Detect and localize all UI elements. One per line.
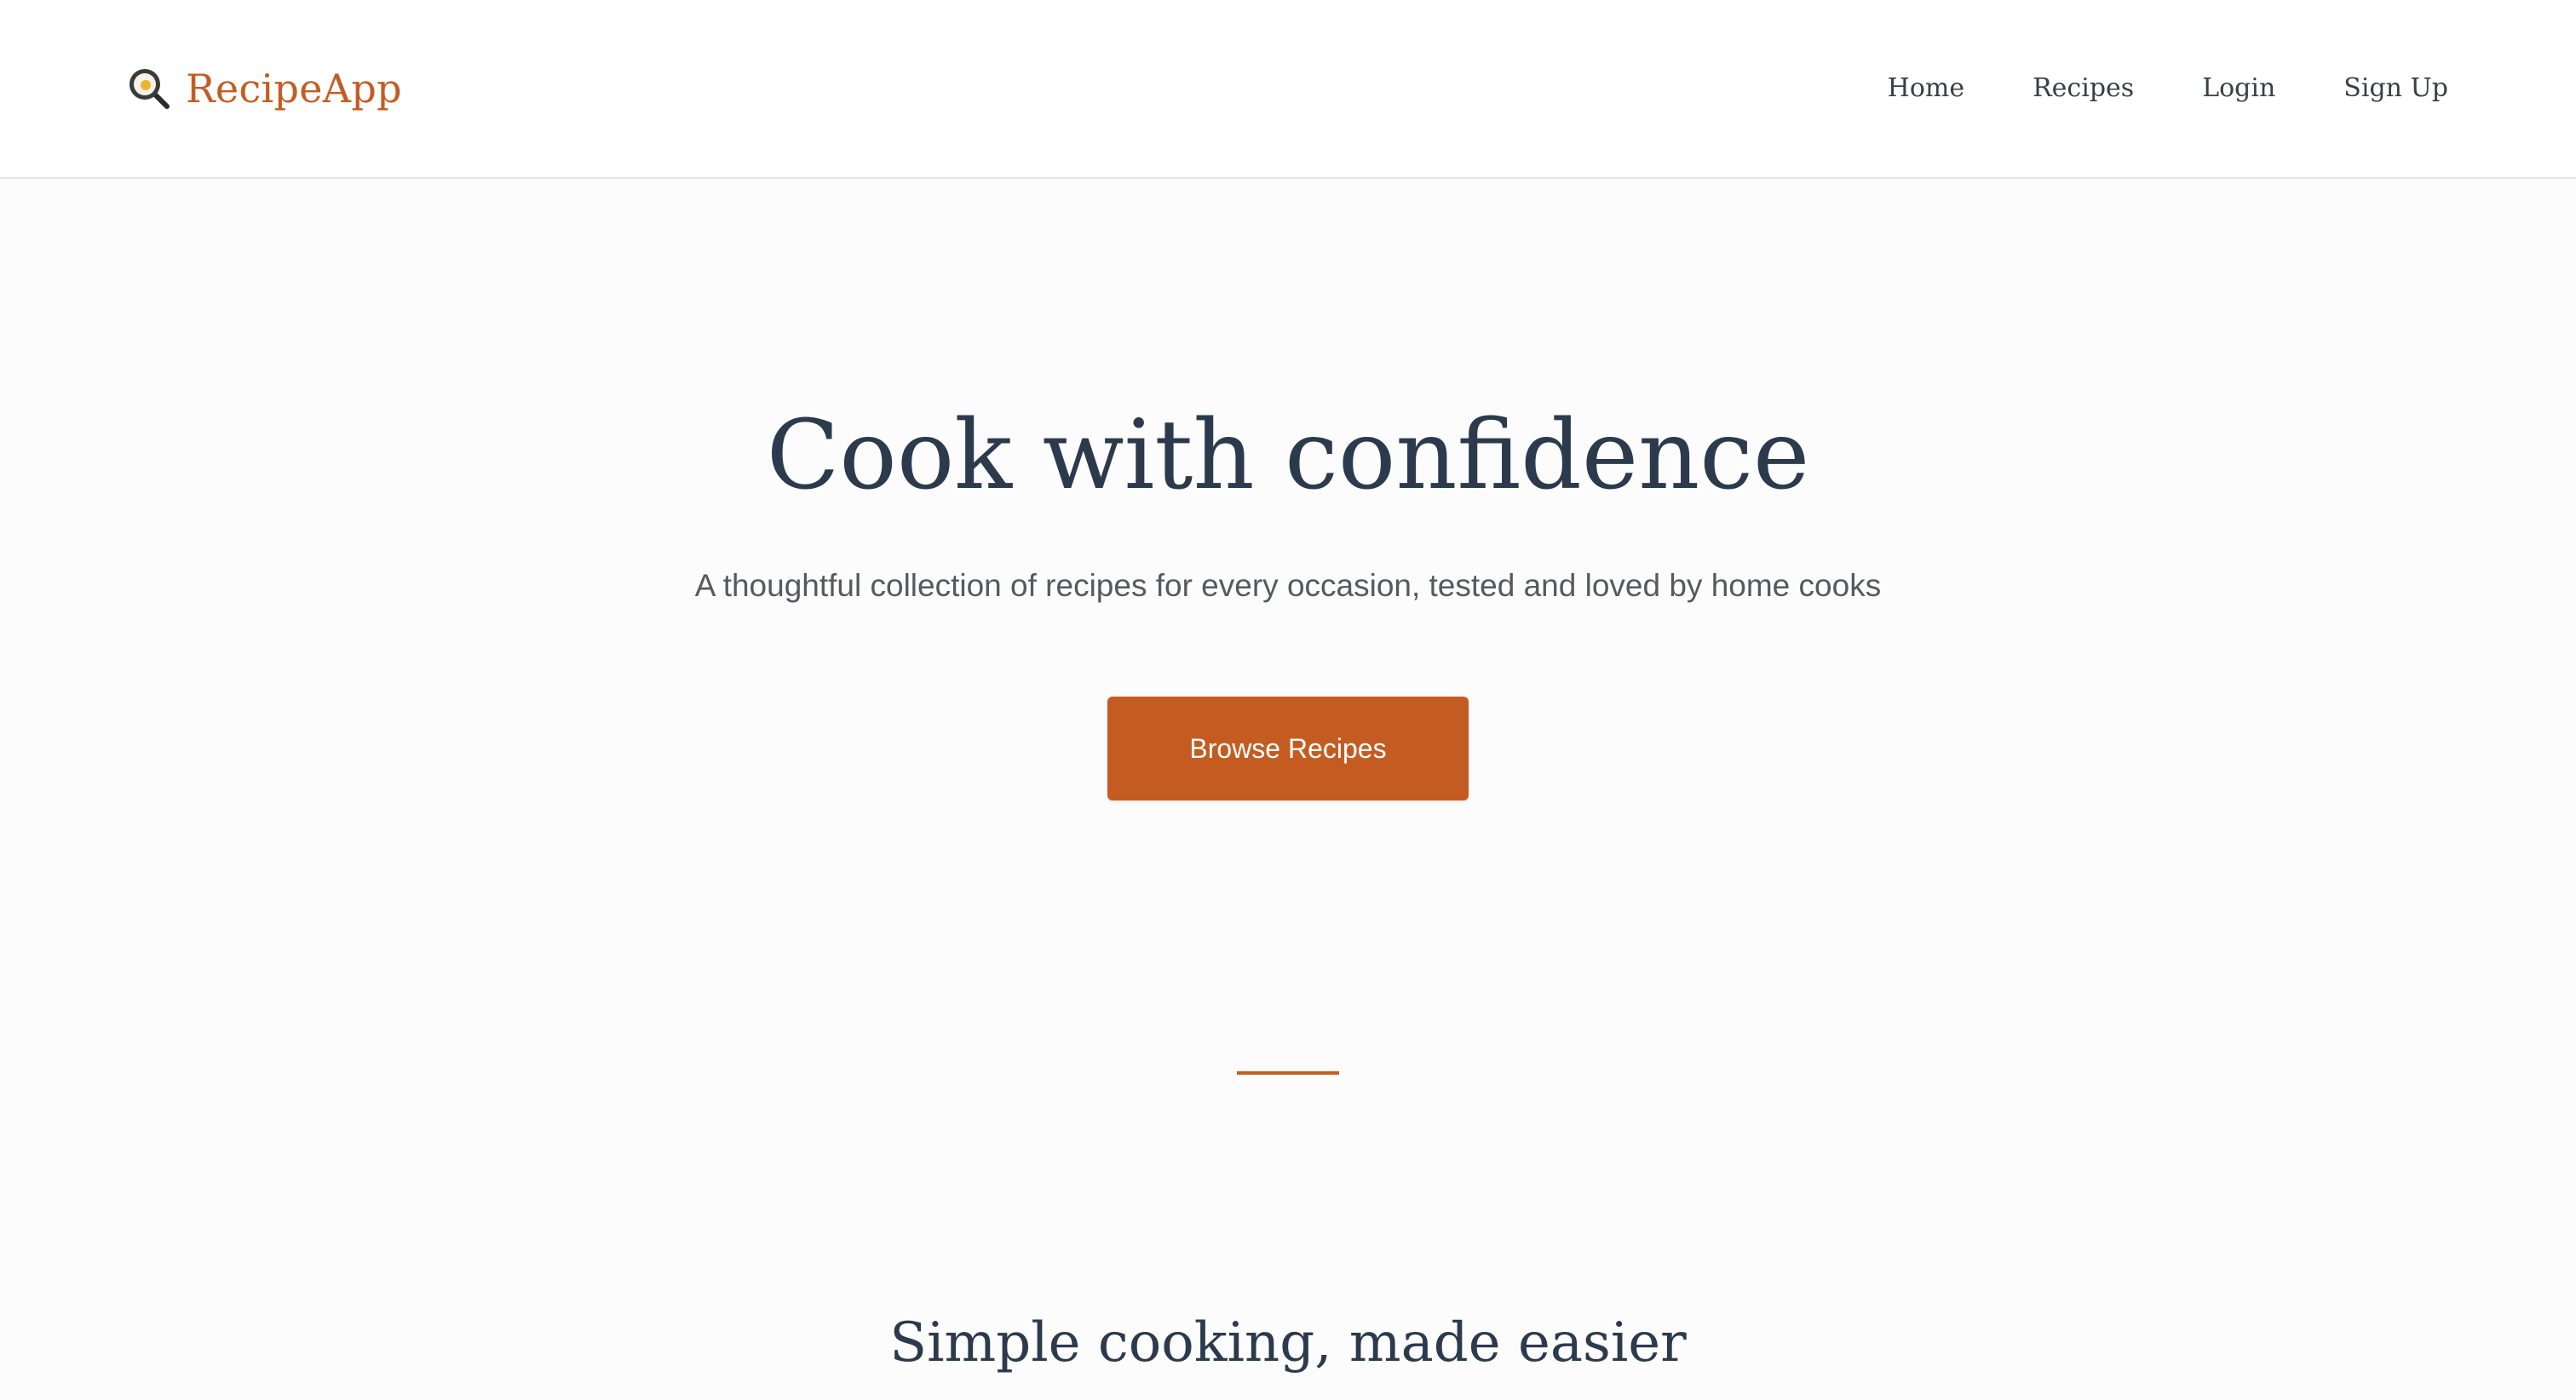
nav-login-link[interactable]: Login: [2202, 68, 2275, 109]
hero-title: Cook with confidence: [766, 400, 1810, 511]
browse-recipes-button[interactable]: Browse Recipes: [1107, 697, 1469, 800]
site-header: RecipeApp Home Recipes Login Sign Up: [0, 0, 2576, 179]
brand-logo-link[interactable]: RecipeApp: [126, 60, 402, 118]
section-title: Simple cooking, made easier: [889, 1311, 1687, 1374]
hero-subtitle: A thoughtful collection of recipes for e…: [694, 568, 1882, 603]
brand-name: RecipeApp: [186, 66, 402, 112]
frying-pan-egg-icon: [126, 66, 172, 112]
main-nav: Home Recipes Login Sign Up: [1888, 68, 2448, 109]
nav-home-link[interactable]: Home: [1888, 68, 1964, 109]
section-divider: [1237, 1071, 1339, 1075]
nav-signup-link[interactable]: Sign Up: [2343, 68, 2448, 109]
nav-recipes-link[interactable]: Recipes: [2033, 68, 2134, 109]
